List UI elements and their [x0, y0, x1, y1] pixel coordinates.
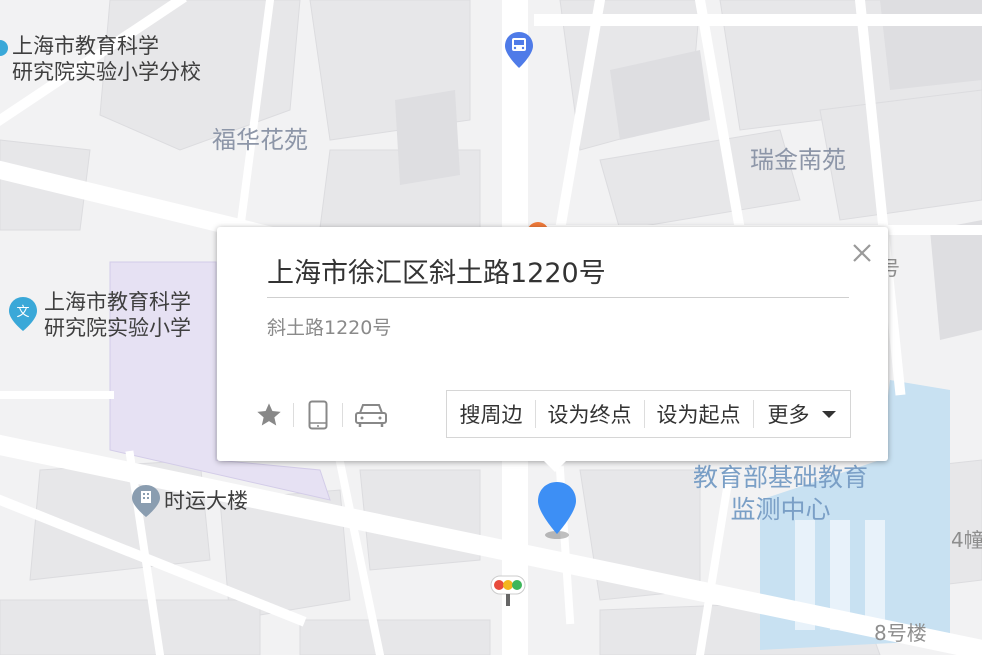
more-dropdown-button[interactable]: 更多 [753, 390, 850, 438]
star-icon [257, 403, 281, 426]
more-label: 更多 [767, 403, 810, 427]
chevron-down-icon [821, 410, 836, 418]
poi-school-top-line2: 研究院实验小学分校 [12, 60, 201, 84]
popup-title: 上海市徐汇区斜土路1220号 [267, 258, 606, 289]
popup-pointer [544, 461, 566, 472]
favorite-button[interactable] [253, 399, 285, 431]
close-popup-button[interactable] [850, 241, 874, 265]
icon-divider [293, 403, 294, 427]
school-top-pin-icon[interactable] [0, 40, 8, 66]
close-icon[interactable] [850, 241, 874, 265]
poi-school-top-line1: 上海市教育科学 [12, 34, 159, 58]
location-info-popup: 上海市徐汇区斜土路1220号 斜土路1220号 搜周边 设为终点 设为起点 更多 [217, 227, 888, 472]
poi-school-top[interactable]: 上海市教育科学 研究院实验小学分校 [12, 33, 201, 85]
svg-text:文: 文 [16, 305, 29, 320]
building-8-label: 8号楼 [874, 621, 927, 645]
area-fuhua-label: 福华花苑 [212, 126, 308, 154]
poi-school-mid-line1: 上海市教育科学 [44, 290, 191, 314]
location-marker-icon[interactable] [536, 480, 578, 544]
water-area-label: 教育部基础教育 监测中心 [693, 462, 868, 526]
poi-school-mid[interactable]: 上海市教育科学 研究院实验小学 [44, 289, 191, 341]
popup-divider [267, 297, 849, 298]
car-icon [355, 404, 387, 427]
phone-icon [308, 400, 328, 430]
popup-quick-icons [253, 397, 391, 433]
search-nearby-button[interactable]: 搜周边 [447, 390, 535, 438]
water-label-line2: 监测中心 [730, 495, 831, 524]
icon-divider [342, 403, 343, 427]
building-4-label: 4幢 [951, 528, 982, 552]
set-destination-button[interactable]: 设为终点 [535, 390, 644, 438]
send-to-phone-button[interactable] [302, 399, 334, 431]
poi-shiyun-label[interactable]: 时运大楼 [164, 488, 248, 514]
popup-action-bar: 搜周边 设为终点 设为起点 更多 [446, 390, 851, 438]
area-ruijin-label: 瑞金南苑 [750, 146, 846, 174]
poi-school-mid-line2: 研究院实验小学 [44, 316, 191, 340]
set-origin-button[interactable]: 设为起点 [644, 390, 753, 438]
school-pin-icon[interactable]: 文 [9, 297, 37, 335]
office-building-pin-icon[interactable] [132, 485, 160, 521]
water-label-line1: 教育部基础教育 [693, 463, 869, 492]
bus-stop-icon[interactable] [505, 32, 533, 72]
popup-subtitle: 斜土路1220号 [267, 317, 392, 339]
drive-button[interactable] [351, 399, 391, 431]
traffic-light-icon[interactable] [490, 574, 526, 612]
